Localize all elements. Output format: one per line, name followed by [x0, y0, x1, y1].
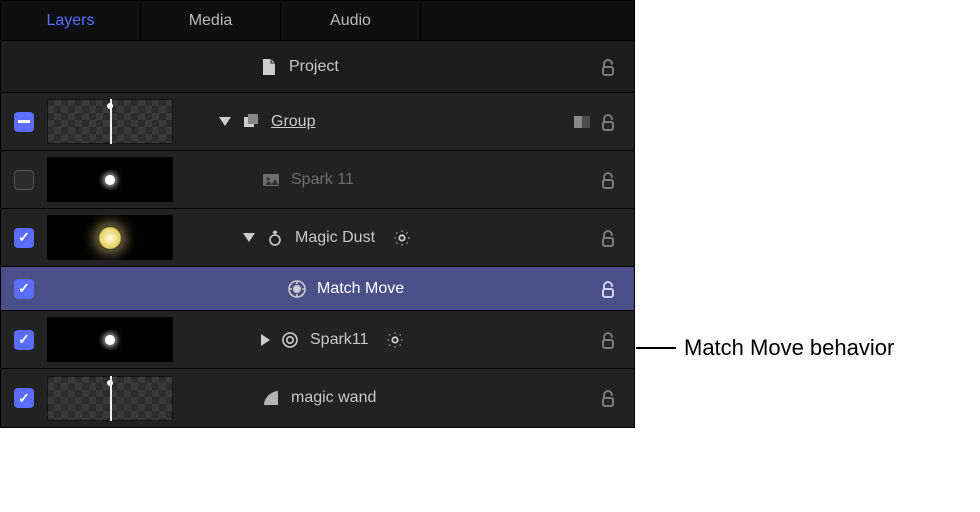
- visibility-checkbox-on[interactable]: [14, 228, 34, 248]
- shape-icon: [261, 388, 281, 408]
- spark11-emitter-label: Spark11: [310, 331, 368, 349]
- thumbnail: [47, 376, 173, 421]
- visibility-checkbox-off[interactable]: [14, 170, 34, 190]
- gear-icon[interactable]: [393, 229, 411, 247]
- image-icon: [261, 170, 281, 190]
- thumbnail: [47, 157, 173, 202]
- disclosure-triangle-icon[interactable]: [219, 117, 231, 126]
- lock-icon[interactable]: [598, 330, 618, 350]
- visibility-checkbox-on[interactable]: [14, 330, 34, 350]
- match-move-label: Match Move: [317, 280, 404, 298]
- row-match-move[interactable]: Match Move: [1, 267, 634, 311]
- thumbnail: [47, 215, 173, 260]
- group-icon: [241, 112, 261, 132]
- lock-icon[interactable]: [598, 57, 618, 77]
- thumbnail: [47, 317, 173, 362]
- visibility-checkbox-mixed[interactable]: [14, 112, 34, 132]
- row-project[interactable]: Project: [1, 41, 634, 93]
- disclosure-triangle-icon[interactable]: [261, 334, 270, 346]
- callout-label: Match Move behavior: [684, 335, 894, 361]
- visibility-checkbox-on[interactable]: [14, 279, 34, 299]
- pass-through-icon[interactable]: [572, 112, 592, 132]
- tab-audio[interactable]: Audio: [281, 1, 421, 40]
- layers-panel: Layers Media Audio Project: [0, 0, 635, 428]
- disclosure-triangle-icon[interactable]: [243, 233, 255, 242]
- visibility-checkbox-on[interactable]: [14, 388, 34, 408]
- thumbnail: [47, 99, 173, 144]
- lock-icon[interactable]: [598, 170, 618, 190]
- spark11-image-label: Spark 11: [291, 171, 354, 189]
- row-magic-wand[interactable]: magic wand: [1, 369, 634, 427]
- callout-leader-line: [636, 347, 676, 349]
- project-label: Project: [289, 58, 339, 76]
- lock-icon[interactable]: [598, 279, 618, 299]
- row-spark11-emitter[interactable]: Spark11: [1, 311, 634, 369]
- lock-icon[interactable]: [598, 112, 618, 132]
- row-spark11-image[interactable]: Spark 11: [1, 151, 634, 209]
- behavior-icon: [287, 279, 307, 299]
- panel-tabs: Layers Media Audio: [1, 1, 634, 41]
- gear-icon[interactable]: [386, 331, 404, 349]
- tab-layers[interactable]: Layers: [1, 1, 141, 40]
- row-magic-dust[interactable]: Magic Dust: [1, 209, 634, 267]
- lock-icon[interactable]: [598, 388, 618, 408]
- magic-wand-label: magic wand: [291, 389, 376, 407]
- magic-dust-label: Magic Dust: [295, 229, 375, 247]
- row-group[interactable]: Group: [1, 93, 634, 151]
- callout: Match Move behavior: [636, 335, 894, 361]
- lock-icon[interactable]: [598, 228, 618, 248]
- particle-cell-icon: [280, 330, 300, 350]
- particle-emitter-icon: [265, 228, 285, 248]
- project-icon: [259, 57, 279, 77]
- group-label[interactable]: Group: [271, 113, 315, 131]
- tab-media[interactable]: Media: [141, 1, 281, 40]
